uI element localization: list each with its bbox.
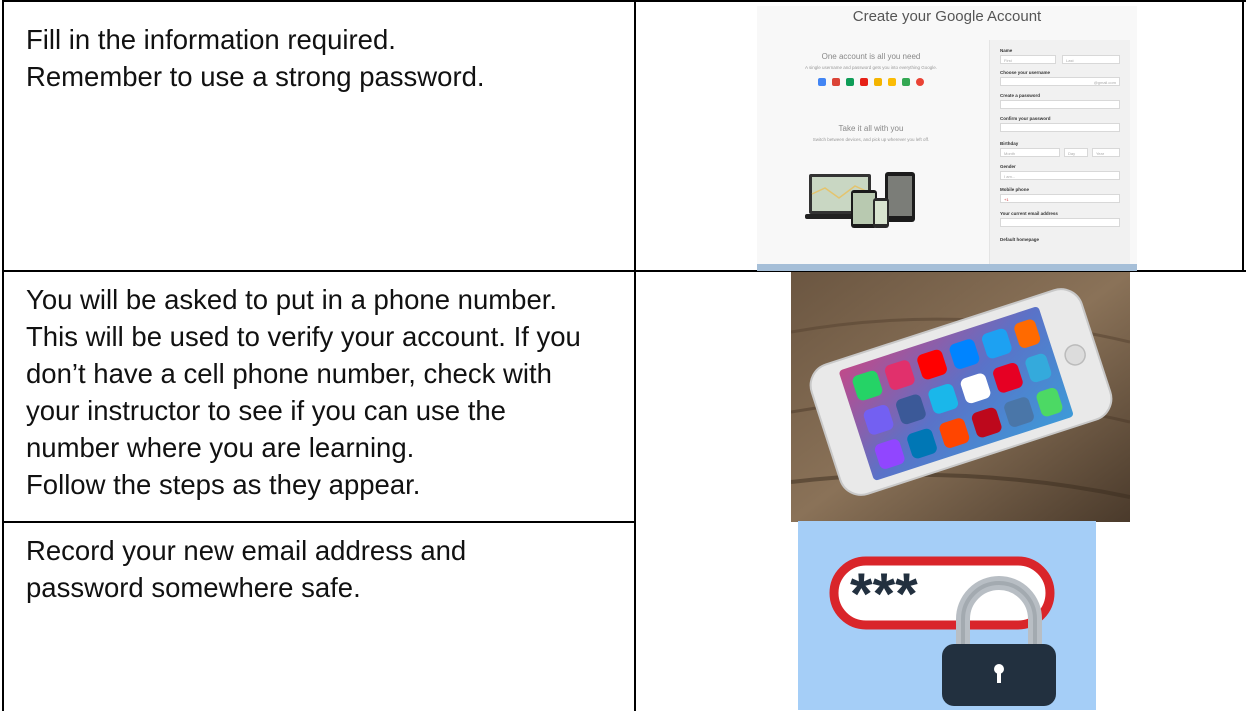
gmail-icon — [832, 78, 840, 86]
password-lock-illustration: *** — [798, 521, 1096, 710]
maps-icon — [846, 78, 854, 86]
birthday-label: Birthday — [1000, 141, 1019, 146]
signup-promo: One account is all you need A single use… — [771, 48, 971, 142]
instruction-line: number where you are learning. — [26, 432, 415, 463]
row-1-instructions: Fill in the information required. Rememb… — [26, 21, 485, 95]
promo-text-2: Switch between devices, and pick up wher… — [812, 137, 930, 142]
gender-label: Gender — [1000, 164, 1016, 169]
lock-graphic: *** — [829, 556, 1056, 706]
signup-title: Create your Google Account — [852, 8, 1042, 25]
table-border-middle — [634, 0, 636, 711]
current-email-field[interactable] — [1000, 218, 1120, 227]
instruction-line: your instructor to see if you can use th… — [26, 395, 506, 426]
google-icon — [818, 78, 826, 86]
smartphone-photo — [791, 272, 1130, 522]
row-3-instructions: Record your new email address and passwo… — [26, 532, 466, 606]
username-label: Choose your username — [1000, 70, 1051, 75]
name-label: Name — [1000, 48, 1013, 53]
taskbar — [757, 264, 1137, 271]
instruction-line: Follow the steps as they appear. — [26, 469, 421, 500]
username-field[interactable]: @gmail.com — [1000, 77, 1120, 86]
mobile-phone-field[interactable]: +1 — [1000, 194, 1120, 203]
table-border-top — [2, 0, 1246, 2]
current-email-label: Your current email address — [1000, 211, 1058, 216]
table-border-right — [1242, 0, 1244, 272]
table-border-left — [2, 0, 4, 711]
confirm-password-label: Confirm your password — [1000, 116, 1051, 121]
instruction-line: This will be used to verify your account… — [26, 321, 581, 352]
password-field[interactable] — [1000, 100, 1120, 109]
last-name-field[interactable]: Last — [1062, 55, 1120, 64]
instruction-line: Remember to use a strong password. — [26, 61, 485, 92]
instruction-table: Fill in the information required. Rememb… — [0, 0, 1246, 711]
birth-year-field[interactable]: Year — [1092, 148, 1120, 157]
first-name-field[interactable]: First — [1000, 55, 1056, 64]
confirm-password-field[interactable] — [1000, 123, 1120, 132]
devices-illustration — [805, 172, 915, 228]
instruction-line: Fill in the information required. — [26, 24, 396, 55]
drive-icon — [874, 78, 882, 86]
birth-month-select[interactable]: Month — [1000, 148, 1060, 157]
promo-text: A single username and password gets you … — [804, 65, 938, 70]
instruction-line: don’t have a cell phone number, check wi… — [26, 358, 552, 389]
default-homepage-label: Default homepage — [1000, 237, 1040, 242]
table-row-divider-2 — [2, 521, 636, 523]
masked-password-text: *** — [850, 562, 918, 627]
instruction-line: password somewhere safe. — [26, 572, 361, 603]
birth-day-field[interactable]: Day — [1064, 148, 1088, 157]
mobile-phone-label: Mobile phone — [1000, 187, 1029, 192]
google-apps-icons — [771, 78, 971, 86]
promo-heading-2: Take it all with you — [838, 124, 904, 133]
row-2-instructions: You will be asked to put in a phone numb… — [26, 281, 581, 503]
instruction-line: You will be asked to put in a phone numb… — [26, 284, 558, 315]
chrome-icon — [916, 78, 924, 86]
google-signup-screenshot: Create your Google Account One account i… — [757, 6, 1137, 271]
signup-form: Name First Last Choose your username @gm… — [989, 40, 1130, 270]
photos-icon — [888, 78, 896, 86]
youtube-icon — [860, 78, 868, 86]
password-label: Create a password — [1000, 93, 1041, 98]
instruction-line: Record your new email address and — [26, 535, 467, 566]
promo-heading: One account is all you need — [821, 52, 921, 61]
play-icon — [902, 78, 910, 86]
gender-select[interactable]: I am... — [1000, 171, 1120, 180]
